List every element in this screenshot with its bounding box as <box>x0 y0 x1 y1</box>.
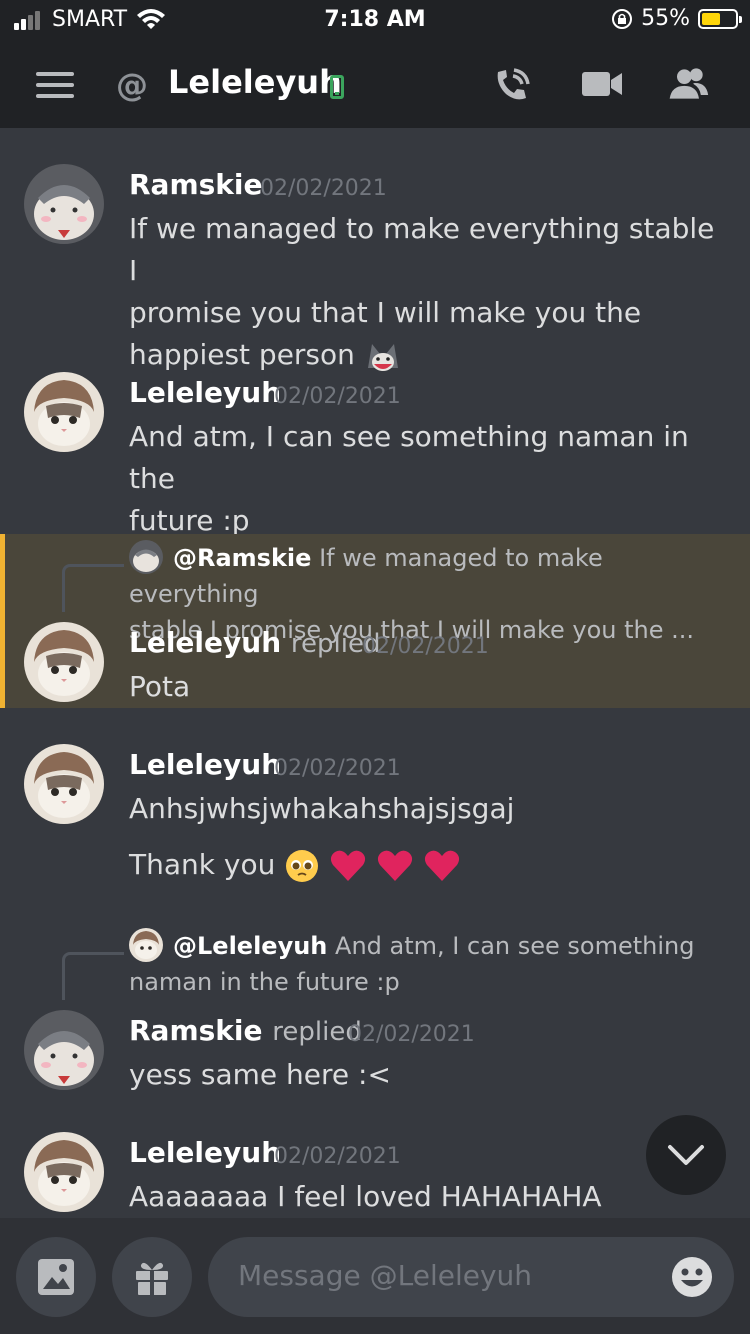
avatar[interactable] <box>24 164 104 244</box>
members-icon[interactable] <box>666 64 710 104</box>
red-heart-emoji <box>331 850 366 881</box>
cat-plush-avatar-image <box>24 164 104 244</box>
message-input-placeholder: Message @Leleleyuh <box>238 1259 533 1292</box>
cat-photo-avatar-image <box>24 372 104 452</box>
reply-mention[interactable]: @Leleleyuh <box>173 932 327 960</box>
message-content: Anhsjwhsjwhakahshajsjsgaj <box>129 792 515 825</box>
message-composer: Message @Leleleyuh <box>0 1218 750 1334</box>
dm-title[interactable]: Leleleyuh <box>168 63 342 101</box>
message-author[interactable]: Ramskie replied <box>129 1014 362 1047</box>
message-line: Thank you <box>129 848 276 881</box>
cat-photo-avatar-image <box>24 622 104 702</box>
author-name[interactable]: Leleleyuh <box>129 626 281 659</box>
cat-plush-avatar-image <box>24 1010 104 1090</box>
phone-call-icon[interactable] <box>490 64 534 104</box>
jump-to-present-button[interactable] <box>646 1115 726 1195</box>
cat-sticker-emoji <box>367 344 398 371</box>
message-content: And atm, I can see something naman in th… <box>129 416 719 542</box>
rotation-lock-icon <box>612 8 633 29</box>
message-author[interactable]: Leleleyuh <box>129 376 281 409</box>
menu-icon[interactable] <box>36 72 74 98</box>
message-content: Aaaaaaaa I feel loved HAHAHAHA <box>129 1180 602 1213</box>
red-heart-emoji <box>377 850 413 881</box>
at-icon: @ <box>116 66 148 104</box>
battery-icon <box>698 8 742 29</box>
image-icon <box>38 1259 74 1295</box>
message-timestamp: 02/02/2021 <box>274 756 401 781</box>
reply-preview-line: @Ramskie If we managed to make everythin… <box>129 540 719 612</box>
video-camera-icon[interactable] <box>580 64 624 104</box>
battery-level <box>702 12 720 25</box>
emoji-picker-icon[interactable] <box>670 1255 714 1299</box>
reply-text: naman in the future :p <box>129 968 400 996</box>
gift-icon <box>136 1262 168 1295</box>
message-timestamp: 02/02/2021 <box>274 384 401 409</box>
message-author[interactable]: Leleleyuh replied <box>129 626 380 659</box>
message-timestamp: 02/02/2021 <box>274 1144 401 1169</box>
avatar[interactable] <box>24 1010 104 1090</box>
message-timestamp: 02/02/2021 <box>362 634 489 659</box>
chevron-down-icon <box>668 1145 704 1165</box>
reply-preview[interactable]: @Leleleyuh And atm, I can see something … <box>129 928 719 1000</box>
message-list[interactable]: Ramskie 02/02/2021 If we managed to make… <box>0 128 750 1218</box>
mobile-status-icon <box>330 75 344 99</box>
channel-header: @ Leleleyuh <box>0 40 750 128</box>
attach-image-button[interactable] <box>16 1237 96 1317</box>
avatar[interactable] <box>24 1132 104 1212</box>
message-content: yess same here :< <box>129 1058 391 1091</box>
reply-mention[interactable]: @Ramskie <box>173 544 311 572</box>
message-content: Pota <box>129 670 191 703</box>
message-author[interactable]: Leleleyuh <box>129 1136 281 1169</box>
avatar[interactable] <box>24 372 104 452</box>
gift-button[interactable] <box>112 1237 192 1317</box>
reply-connector <box>62 952 124 1000</box>
message-content: If we managed to make everything stable … <box>129 208 719 376</box>
message-content-emoji-line: Thank you <box>129 844 719 886</box>
reply-preview-line: @Leleleyuh And atm, I can see something <box>129 928 719 964</box>
message-author[interactable]: Leleleyuh <box>129 748 281 781</box>
battery-percent: 55% <box>641 6 690 31</box>
red-heart-emoji <box>424 850 460 881</box>
message-timestamp: 02/02/2021 <box>348 1022 475 1047</box>
avatar[interactable] <box>24 744 104 824</box>
message-author[interactable]: Ramskie <box>129 168 263 201</box>
message-line-with-emoji: happiest person <box>129 334 719 376</box>
message-line: And atm, I can see something naman in th… <box>129 420 689 495</box>
reply-connector <box>62 564 124 612</box>
message-timestamp: 02/02/2021 <box>260 176 387 201</box>
message-line: If we managed to make everything stable … <box>129 212 715 287</box>
status-bar: SMART 7:18 AM 55% <box>0 0 750 40</box>
avatar[interactable] <box>24 622 104 702</box>
message-line: promise you that I will make you the <box>129 296 642 329</box>
reply-text: And atm, I can see something <box>335 932 695 960</box>
pleading-face-emoji <box>286 850 319 882</box>
cat-photo-avatar-image <box>24 744 104 824</box>
message-input[interactable]: Message @Leleleyuh <box>208 1237 734 1317</box>
status-right: 55% <box>611 6 742 31</box>
author-name[interactable]: Ramskie <box>129 1014 263 1047</box>
cat-photo-avatar-image <box>24 1132 104 1212</box>
